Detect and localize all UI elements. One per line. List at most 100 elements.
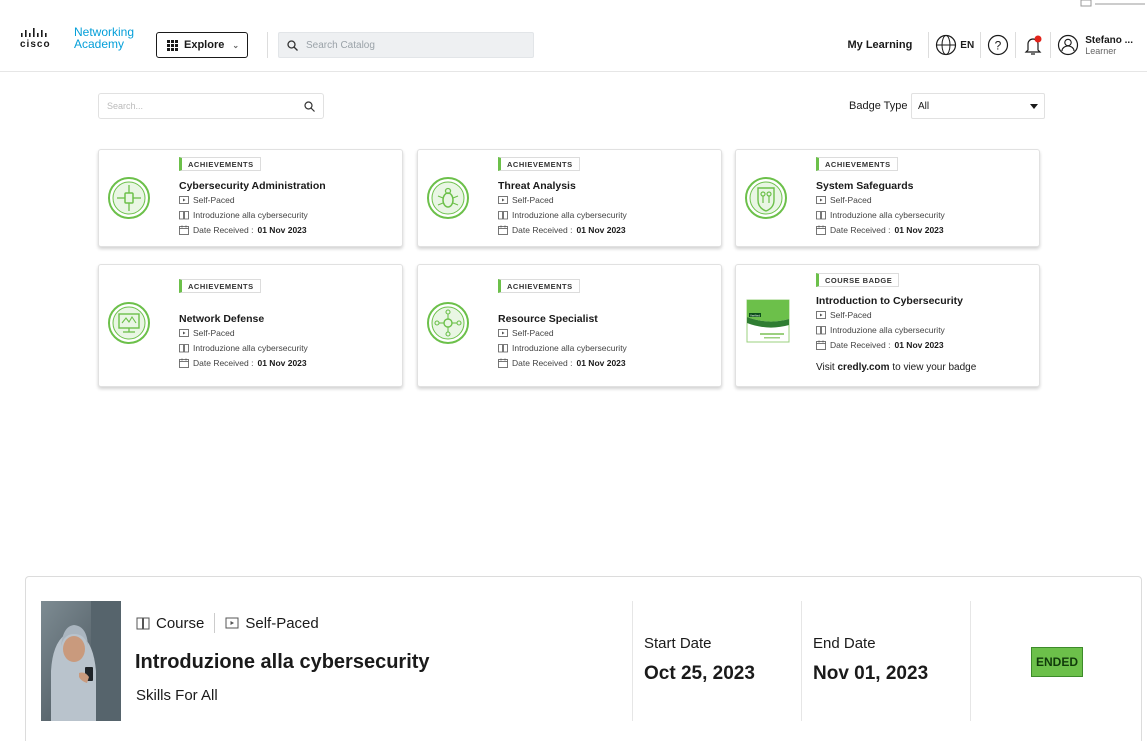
help-icon[interactable]: ? <box>987 34 1009 56</box>
header-divider <box>267 32 268 58</box>
calendar-icon <box>816 225 826 235</box>
badge-date-label: Date Received : <box>512 358 573 368</box>
badge-date-label: Date Received : <box>830 225 891 235</box>
badge-course-text: Introduzione alla cybersecurity <box>830 325 945 335</box>
user-menu[interactable]: Stefano ... Learner <box>1057 34 1147 56</box>
verified-label: Verified <box>750 313 760 317</box>
book-icon <box>136 617 150 630</box>
badge-search-placeholder: Search... <box>107 101 144 111</box>
badge-search-input[interactable]: Search... <box>98 93 324 119</box>
badge-title: Network Defense <box>179 313 265 325</box>
badge-tag: ACHIEVEMENTS <box>498 279 580 293</box>
badge-tag: ACHIEVEMENTS <box>498 157 580 171</box>
credly-visit-text: Visit credly.com to view your badge <box>816 362 976 373</box>
badge-date-label: Date Received : <box>512 225 573 235</box>
header-separator <box>928 32 930 58</box>
badge-tag: COURSE BADGE <box>816 273 900 287</box>
badge-title: Threat Analysis <box>498 180 576 192</box>
badge-date-label: Date Received : <box>193 358 254 368</box>
badge-card[interactable]: ACHIEVEMENTS Threat Analysis Self-Paced … <box>417 149 722 247</box>
book-icon <box>816 326 826 335</box>
course-card[interactable]: Course Self-Paced Introduzione alla cybe… <box>25 576 1142 741</box>
badge-delivery-text: Self-Paced <box>830 310 872 320</box>
badge-date-label: Date Received : <box>830 340 891 350</box>
course-title[interactable]: Introduzione alla cybersecurity <box>135 651 430 674</box>
badge-card[interactable]: ACHIEVEMENTS Network Defense Self-Paced … <box>98 264 403 387</box>
explore-menu-button[interactable]: Explore ⌄ <box>156 32 248 58</box>
calendar-icon <box>179 225 189 235</box>
book-icon <box>816 211 826 220</box>
my-learning-link[interactable]: My Learning <box>848 39 923 51</box>
badge-date: Date Received : 01 Nov 2023 <box>816 340 944 350</box>
badge-title: Introduction to Cybersecurity <box>816 295 964 307</box>
badge-date-value: 01 Nov 2023 <box>257 358 307 368</box>
badge-course-text: Introduzione alla cybersecurity <box>830 210 945 220</box>
book-icon <box>498 211 508 220</box>
header-separator <box>1015 32 1017 58</box>
language-label: EN <box>960 39 975 51</box>
badge-delivery: Self-Paced <box>498 328 554 338</box>
column-divider <box>632 601 633 721</box>
badge-card[interactable]: ACHIEVEMENTS Cybersecurity Administratio… <box>98 149 403 247</box>
catalog-search-placeholder: Search Catalog <box>306 39 375 51</box>
chevron-down-icon: ⌄ <box>232 40 240 50</box>
language-selector[interactable]: EN <box>935 34 974 56</box>
play-video-icon <box>816 196 826 204</box>
catalog-search-input[interactable]: Search Catalog <box>278 32 534 58</box>
start-date-value: Oct 25, 2023 <box>644 663 755 684</box>
bell-icon[interactable] <box>1022 34 1044 56</box>
badge-card[interactable]: ACHIEVEMENTS Resource Specialist Self-Pa… <box>417 264 722 387</box>
avatar-icon <box>1058 34 1079 56</box>
shield-keys-icon <box>745 177 787 219</box>
bug-icon <box>427 177 469 219</box>
calendar-icon <box>498 358 508 368</box>
badge-delivery-text: Self-Paced <box>193 328 235 338</box>
visit-suffix: to view your badge <box>892 362 977 373</box>
badge-delivery-text: Self-Paced <box>193 195 235 205</box>
badge-title: Cybersecurity Administration <box>179 180 326 192</box>
play-video-icon <box>225 617 239 629</box>
badge-course: Introduzione alla cybersecurity <box>498 210 627 220</box>
calendar-icon <box>498 225 508 235</box>
course-type-row: Course Self-Paced <box>136 613 319 633</box>
network-shield-icon <box>108 177 150 219</box>
header-separator <box>980 32 982 58</box>
globe-icon <box>936 34 957 56</box>
badge-date: Date Received : 01 Nov 2023 <box>179 225 307 235</box>
badge-date-value: 01 Nov 2023 <box>576 358 626 368</box>
play-video-icon <box>498 196 508 204</box>
cisco-bars-icon <box>21 28 47 37</box>
badge-date-value: 01 Nov 2023 <box>894 340 944 350</box>
caret-down-icon <box>1030 103 1038 109</box>
book-icon <box>498 344 508 353</box>
header-separator <box>1050 32 1052 58</box>
cisco-networking-academy-logo[interactable]: cisco Networking Academy <box>20 26 140 50</box>
user-info: Stefano ... Learner <box>1085 35 1133 56</box>
play-video-icon <box>179 196 189 204</box>
badge-date: Date Received : 01 Nov 2023 <box>498 225 626 235</box>
badge-course: Introduzione alla cybersecurity <box>498 343 627 353</box>
credly-link[interactable]: credly.com <box>838 362 890 373</box>
book-icon <box>179 344 189 353</box>
visit-prefix: Visit <box>816 362 835 373</box>
user-role: Learner <box>1085 45 1117 56</box>
top-navigation-bar: cisco Networking Academy Explore ⌄ Searc… <box>0 0 1147 72</box>
badge-tag: ACHIEVEMENTS <box>179 157 261 171</box>
header-actions: My Learning EN ? Stefano ... Learner <box>848 30 1147 60</box>
grid-icon <box>167 39 178 51</box>
badge-type-label: Badge Type <box>849 100 908 112</box>
course-type-label: Course <box>156 614 205 632</box>
course-type-separator <box>214 613 216 633</box>
page: cisco Networking Academy Explore ⌄ Searc… <box>0 0 1147 741</box>
calendar-icon <box>179 358 189 368</box>
credly-badge-icon: Verified <box>746 299 790 343</box>
badge-card[interactable]: ACHIEVEMENTS System Safeguards Self-Pace… <box>735 149 1040 247</box>
end-date-label: End Date <box>813 635 876 652</box>
column-divider <box>801 601 802 721</box>
course-provider: Skills For All <box>136 687 218 704</box>
badge-course: Introduzione alla cybersecurity <box>179 343 308 353</box>
badge-type-select[interactable]: All <box>911 93 1045 119</box>
monitor-network-icon <box>108 302 150 344</box>
badge-course-text: Introduzione alla cybersecurity <box>512 210 627 220</box>
badge-card[interactable]: Verified COURSE BADGE Introduction to Cy… <box>735 264 1040 387</box>
